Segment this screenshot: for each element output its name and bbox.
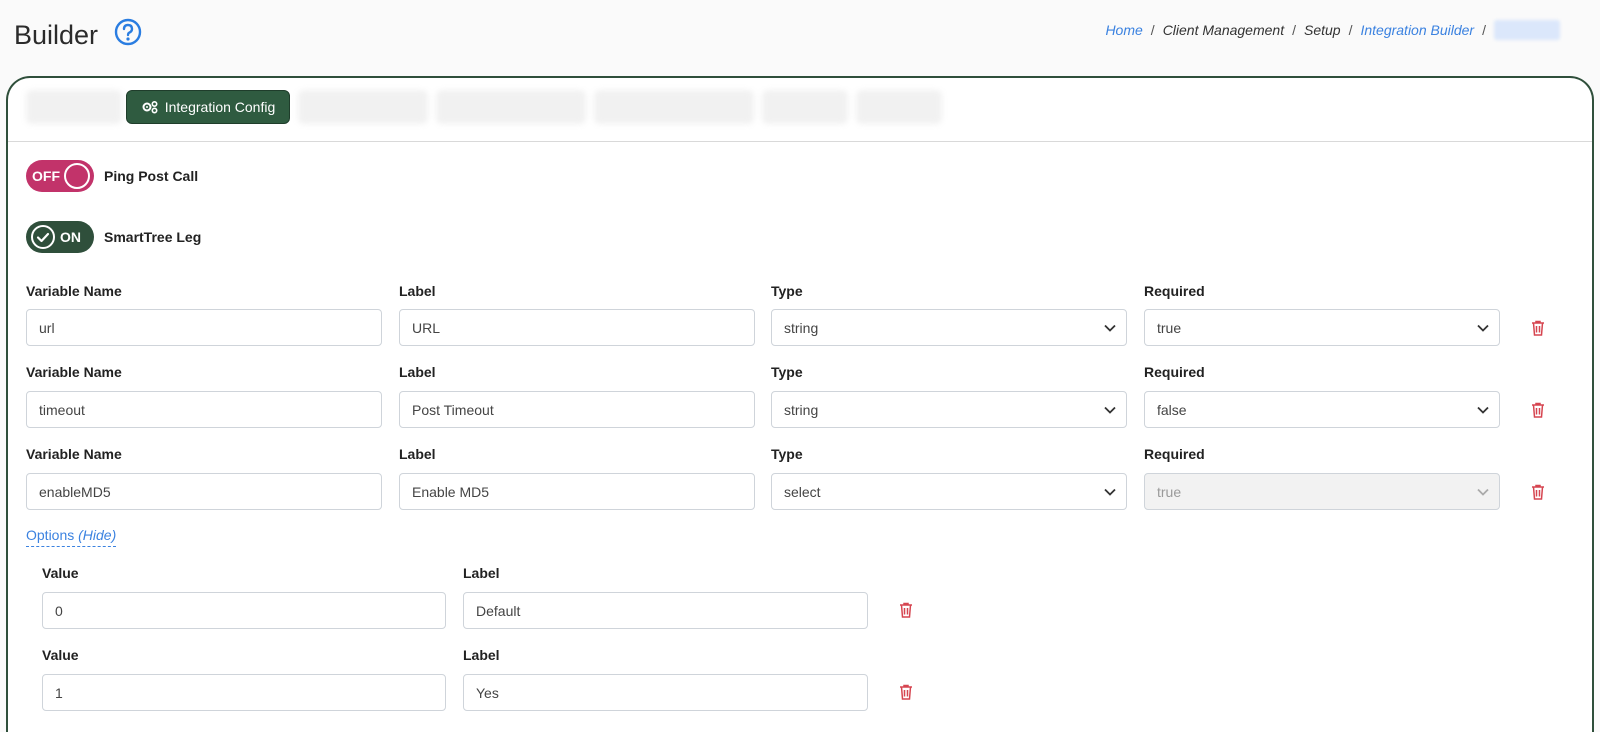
tab-redacted-4[interactable]	[594, 90, 754, 124]
tab-integration-config[interactable]: Integration Config	[126, 90, 290, 124]
tab-bar: Integration Config	[8, 78, 1592, 142]
required-select[interactable]: true	[1144, 309, 1500, 346]
required-label: Required	[1144, 446, 1205, 462]
type-label: Type	[771, 364, 803, 380]
breadcrumb-separator: /	[1348, 22, 1353, 38]
integration-card: Integration Config OFF Ping Post Call ON…	[6, 76, 1594, 732]
variable-name-label: Variable Name	[26, 364, 122, 380]
variable-name-input[interactable]: timeout	[26, 391, 382, 428]
label-input[interactable]: Enable MD5	[399, 473, 755, 510]
ping-post-call-toggle[interactable]: OFF	[26, 160, 94, 192]
chevron-down-icon	[1477, 324, 1489, 332]
tab-redacted-6[interactable]	[856, 90, 942, 124]
options-link-text: Options	[26, 527, 75, 543]
required-label: Required	[1144, 283, 1205, 299]
type-label: Type	[771, 283, 803, 299]
type-select-value: string	[784, 319, 819, 336]
tab-redacted-2[interactable]	[298, 90, 428, 124]
type-select[interactable]: string	[771, 391, 1127, 428]
smarttree-leg-toggle[interactable]: ON	[26, 221, 94, 253]
chevron-down-icon	[1104, 488, 1116, 496]
chevron-down-icon	[1104, 406, 1116, 414]
type-select[interactable]: select	[771, 473, 1127, 510]
required-select-value: false	[1157, 401, 1187, 418]
label-label: Label	[399, 364, 436, 380]
chevron-down-icon	[1104, 324, 1116, 332]
delete-trash-icon[interactable]	[899, 602, 913, 618]
toggle-state-text: OFF	[32, 168, 60, 184]
gears-icon	[142, 100, 158, 114]
options-hide-link[interactable]: Options (Hide)	[26, 527, 117, 547]
delete-trash-icon[interactable]	[1531, 320, 1545, 336]
breadcrumb: Home / Client Management / Setup / Integ…	[1105, 20, 1560, 40]
tab-redacted-5[interactable]	[762, 90, 848, 124]
label-input[interactable]: Post Timeout	[399, 391, 755, 428]
label-label: Label	[399, 283, 436, 299]
variable-name-input[interactable]: url	[26, 309, 382, 346]
type-select-value: string	[784, 401, 819, 418]
required-select[interactable]: false	[1144, 391, 1500, 428]
delete-trash-icon[interactable]	[899, 684, 913, 700]
variable-name-input[interactable]: enableMD5	[26, 473, 382, 510]
variable-name-label: Variable Name	[26, 446, 122, 462]
toggle-knob	[64, 163, 90, 189]
tab-redacted-3[interactable]	[436, 90, 586, 124]
breadcrumb-current-redacted	[1494, 20, 1560, 40]
type-label: Type	[771, 446, 803, 462]
option-label-label: Label	[463, 565, 500, 581]
breadcrumb-home[interactable]: Home	[1105, 22, 1142, 38]
breadcrumb-separator: /	[1482, 22, 1486, 38]
breadcrumb-setup: Setup	[1303, 22, 1341, 38]
page-title: Builder	[14, 20, 99, 50]
toggle-state-text: ON	[60, 229, 81, 245]
option-value-label: Value	[42, 565, 79, 581]
delete-trash-icon[interactable]	[1531, 402, 1545, 418]
required-select-value: true	[1157, 483, 1182, 500]
required-select-value: true	[1157, 319, 1182, 336]
option-label-input[interactable]: Default	[463, 592, 868, 629]
breadcrumb-integration-builder[interactable]: Integration Builder	[1360, 22, 1474, 38]
chevron-down-icon	[1477, 406, 1489, 414]
required-select: true	[1144, 473, 1500, 510]
label-input[interactable]: URL	[399, 309, 755, 346]
type-select-value: select	[784, 483, 821, 500]
tab-redacted-1[interactable]	[26, 90, 122, 124]
required-label: Required	[1144, 364, 1205, 380]
type-select[interactable]: string	[771, 309, 1127, 346]
tab-label: Integration Config	[164, 99, 276, 115]
variable-name-label: Variable Name	[26, 283, 122, 299]
options-toggle-text: (Hide)	[78, 527, 117, 543]
smarttree-leg-label: SmartTree Leg	[104, 229, 202, 245]
option-label-label: Label	[463, 647, 500, 663]
breadcrumb-client-management: Client Management	[1162, 22, 1285, 38]
label-label: Label	[399, 446, 436, 462]
ping-post-call-label: Ping Post Call	[104, 168, 199, 184]
delete-trash-icon[interactable]	[1531, 484, 1545, 500]
option-value-input[interactable]: 0	[42, 592, 446, 629]
breadcrumb-separator: /	[1292, 22, 1296, 38]
option-label-input[interactable]: Yes	[463, 674, 868, 711]
option-value-input[interactable]: 1	[42, 674, 446, 711]
breadcrumb-separator: /	[1150, 22, 1155, 38]
help-icon[interactable]	[114, 18, 142, 46]
option-value-label: Value	[42, 647, 79, 663]
chevron-down-icon	[1477, 488, 1489, 496]
check-circle-icon	[31, 225, 55, 249]
